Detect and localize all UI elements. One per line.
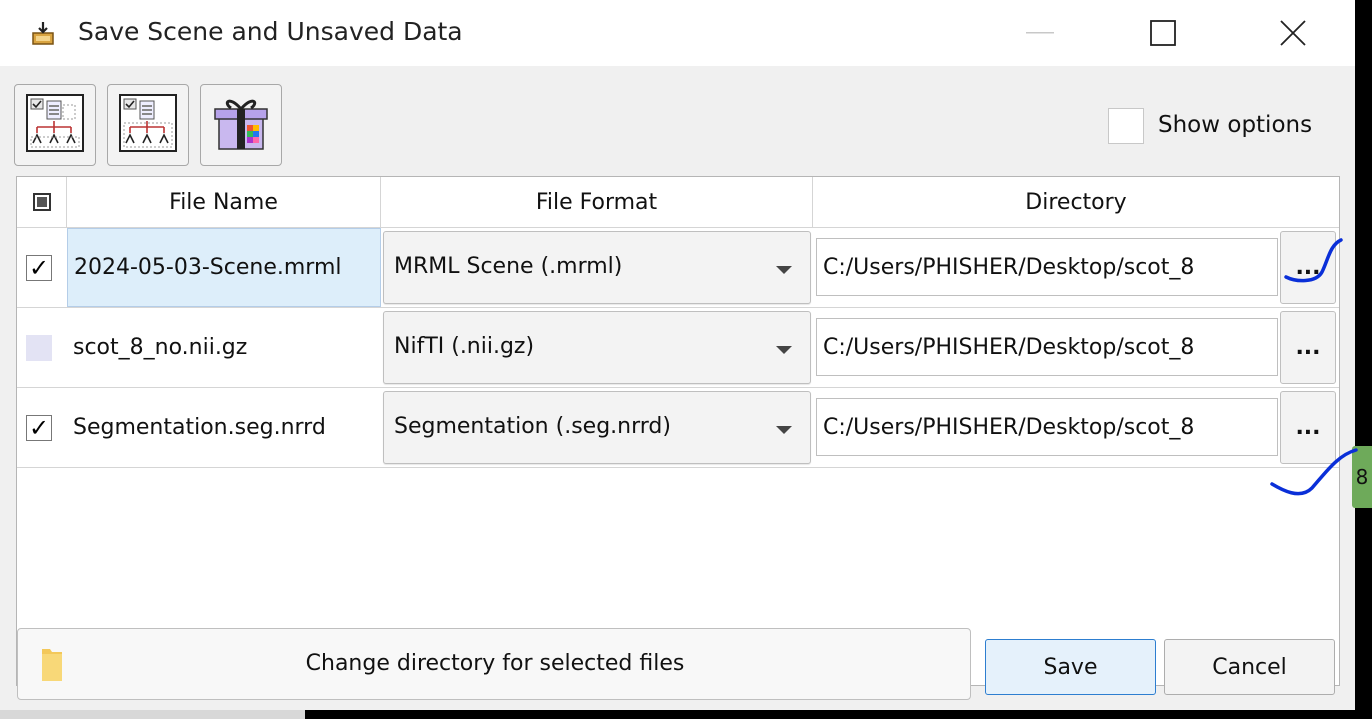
chevron-down-icon [776,346,792,354]
file-format-dropdown[interactable]: Segmentation (.seg.nrrd) [383,391,811,464]
select-scene-data-icon [116,91,180,159]
select-scene-data-button[interactable] [107,84,189,166]
browse-button[interactable]: ... [1280,391,1336,464]
file-name-cell[interactable]: 2024-05-03-Scene.mrml [67,228,381,307]
header-file-format[interactable]: File Format [381,177,813,227]
select-modified-data-icon [23,91,87,159]
change-directory-label: Change directory for selected files [305,651,685,676]
minimize-button[interactable] [1005,0,1075,66]
file-format-dropdown[interactable]: NifTI (.nii.gz) [383,311,811,384]
directory-field[interactable]: C:/Users/PHISHER/Desktop/scot_8 [816,398,1278,456]
window-title: Save Scene and Unsaved Data [78,17,463,46]
close-icon [1280,20,1306,46]
save-data-icon [30,20,56,46]
dialog-body: Show options File Name File Format Direc… [0,66,1355,710]
cancel-button[interactable]: Cancel [1164,639,1335,695]
change-directory-button[interactable]: Change directory for selected files [17,628,971,700]
check-icon: ✓ [28,414,50,442]
table-header: File Name File Format Directory [17,177,1339,228]
select-all-checkbox[interactable] [17,177,67,227]
row-checkbox[interactable]: ✓ [26,415,52,441]
maximize-icon [1150,20,1176,46]
table-row: ✓ Segmentation.seg.nrrd Segmentation (.s… [17,388,1339,468]
browse-button[interactable]: ... [1280,311,1336,384]
directory-field[interactable]: C:/Users/PHISHER/Desktop/scot_8 [816,318,1278,376]
table-row: scot_8_no.nii.gz NifTI (.nii.gz) C:/User… [17,308,1339,388]
save-dialog-window: Save Scene and Unsaved Data Show options… [0,0,1355,710]
background-side-tab: 8 [1352,446,1372,508]
directory-field[interactable]: C:/Users/PHISHER/Desktop/scot_8 [816,238,1278,296]
header-directory[interactable]: Directory [813,177,1339,227]
save-button[interactable]: Save [985,639,1156,695]
table-row: ✓ 2024-05-03-Scene.mrml MRML Scene (.mrm… [17,228,1339,308]
close-button[interactable] [1258,0,1328,66]
file-name-cell[interactable]: Segmentation.seg.nrrd [67,388,381,467]
row-checkbox[interactable]: ✓ [26,255,52,281]
file-format-value: NifTI (.nii.gz) [394,334,535,359]
show-options-label: Show options [1158,112,1313,138]
header-file-name[interactable]: File Name [67,177,381,227]
file-table: File Name File Format Directory ✓ 2024-0… [16,176,1340,686]
minimize-icon [1026,32,1054,34]
show-options-checkbox[interactable] [1108,108,1144,144]
row-checkbox[interactable] [26,335,52,361]
background-strip [0,710,305,719]
title-bar: Save Scene and Unsaved Data [0,0,1355,66]
partial-check-icon [32,193,51,211]
file-format-value: Segmentation (.seg.nrrd) [394,414,671,439]
check-icon: ✓ [28,254,50,282]
file-format-value: MRML Scene (.mrml) [394,254,623,279]
browse-button[interactable]: ... [1280,231,1336,304]
file-name-cell[interactable]: scot_8_no.nii.gz [67,308,381,387]
chevron-down-icon [776,266,792,274]
data-bundle-button[interactable] [200,84,282,166]
chevron-down-icon [776,426,792,434]
maximize-button[interactable] [1128,0,1198,66]
data-bundle-icon [209,91,273,159]
file-format-dropdown[interactable]: MRML Scene (.mrml) [383,231,811,304]
select-modified-data-button[interactable] [14,84,96,166]
